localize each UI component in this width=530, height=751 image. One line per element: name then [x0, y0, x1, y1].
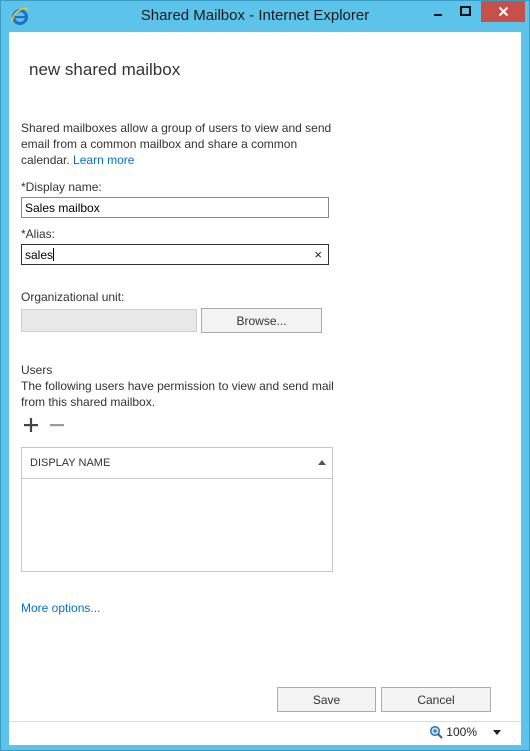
add-user-icon[interactable]	[24, 418, 38, 432]
minimize-button[interactable]	[425, 1, 450, 22]
users-description: The following users have permission to v…	[21, 379, 334, 409]
description-body: Shared mailboxes allow a group of users …	[21, 121, 332, 167]
alias-value: sales	[25, 247, 54, 262]
maximize-icon	[460, 6, 471, 16]
zoom-control[interactable]: 100%	[429, 725, 501, 739]
browser-window: Shared Mailbox - Internet Explorer new s…	[0, 0, 530, 751]
close-icon	[498, 6, 508, 17]
display-name-value: Sales mailbox	[25, 200, 100, 215]
title-bar[interactable]: Shared Mailbox - Internet Explorer	[1, 1, 529, 32]
zoom-dropdown-icon[interactable]	[493, 729, 501, 735]
text-caret	[53, 248, 55, 261]
alias-label: *Alias:	[21, 227, 56, 241]
organizational-unit-field	[21, 309, 197, 332]
more-options-link[interactable]: More options...	[21, 601, 100, 615]
cancel-button[interactable]: Cancel	[381, 687, 491, 712]
display-name-field[interactable]: Sales mailbox	[21, 197, 329, 218]
minimize-icon	[433, 13, 442, 16]
display-name-label: *Display name:	[21, 180, 102, 194]
column-header-display-name[interactable]: DISPLAY NAME	[22, 448, 332, 479]
learn-more-link[interactable]: Learn more	[73, 153, 134, 167]
column-header-label: DISPLAY NAME	[30, 457, 111, 469]
organizational-unit-label: Organizational unit:	[21, 290, 125, 304]
zoom-icon	[430, 725, 444, 739]
remove-user-icon[interactable]	[50, 418, 64, 432]
close-button[interactable]	[481, 1, 525, 22]
alias-field[interactable]: sales ×	[21, 244, 329, 265]
description-text: Shared mailboxes allow a group of users …	[21, 120, 336, 168]
browse-button[interactable]: Browse...	[201, 308, 322, 333]
maximize-button[interactable]	[452, 1, 479, 22]
status-bar: 100%	[9, 721, 521, 745]
users-section-title: Users	[21, 363, 53, 377]
zoom-level: 100%	[446, 725, 477, 739]
sort-ascending-icon	[318, 460, 326, 465]
users-table: DISPLAY NAME	[21, 447, 333, 572]
dialog-content: new shared mailbox Shared mailboxes allo…	[9, 32, 521, 721]
clear-icon[interactable]: ×	[314, 247, 322, 262]
save-button[interactable]: Save	[277, 687, 376, 712]
page-title: new shared mailbox	[29, 60, 181, 79]
